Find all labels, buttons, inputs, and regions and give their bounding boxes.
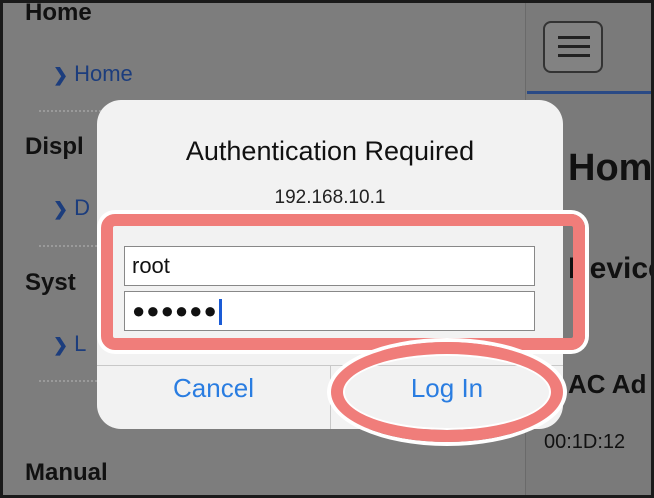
dialog-host: 192.168.10.1 [274,187,386,208]
chevron-right-icon: ❯ [53,65,69,85]
password-field[interactable]: ●●●●●● [124,291,535,331]
hamburger-menu-icon[interactable] [543,21,603,73]
nav-link-display-label: D [74,195,90,220]
header-rule [527,91,651,94]
nav-section-manual: Manual [25,459,108,486]
nav-section-system: Syst [25,269,76,296]
chevron-right-icon: ❯ [53,199,69,219]
nav-link-system[interactable]: ❯ L [53,331,86,357]
login-button[interactable]: Log In [331,373,563,404]
mac-address-value: 00:1D:12 [544,431,626,453]
nav-link-display[interactable]: ❯ D [53,195,90,221]
page-title: Home [568,147,653,189]
nav-link-system-label: L [74,331,87,356]
username-value: root [132,253,170,278]
nav-link-home[interactable]: ❯ Home [53,61,133,87]
cancel-button[interactable]: Cancel [97,373,330,404]
nav-section-home: Home [25,0,92,26]
nav-link-home-label: Home [74,61,133,86]
screenshot-frame: Home ❯Home Displ ❯D Syst ❯L Manual Home … [0,0,654,498]
text-cursor [218,299,222,326]
mac-address-label: AC Ad [568,369,647,399]
chevron-right-icon: ❯ [53,335,69,355]
password-mask: ●●●●●● [132,298,218,323]
nav-section-display: Displ [25,133,84,160]
dialog-title: Authentication Required [185,136,475,166]
username-field[interactable]: root [124,246,535,286]
